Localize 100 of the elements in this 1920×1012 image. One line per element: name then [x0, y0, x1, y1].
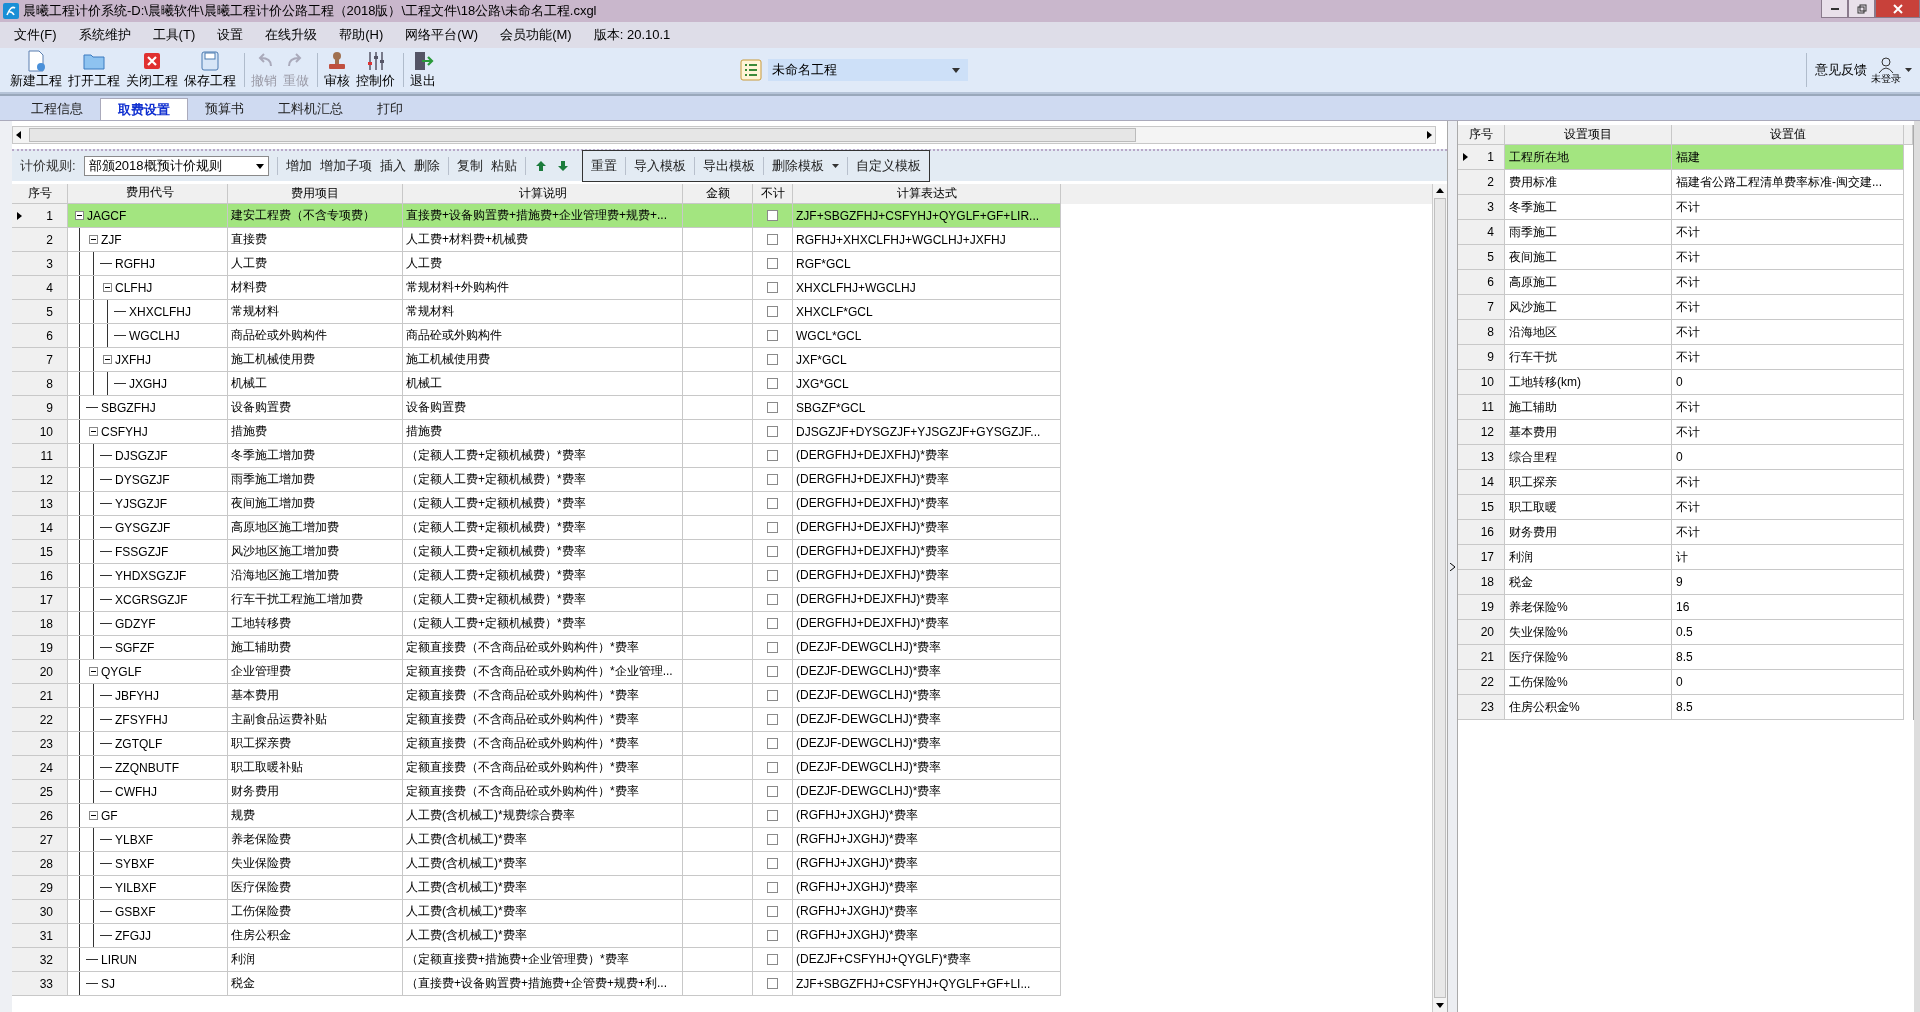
checkbox[interactable]: [767, 642, 778, 653]
user-icon: [1878, 56, 1894, 73]
tab[interactable]: 取费设置: [100, 98, 188, 120]
table-cell: JXG*GCL: [793, 372, 1061, 396]
checkbox[interactable]: [767, 330, 778, 341]
checkbox[interactable]: [767, 594, 778, 605]
checkbox[interactable]: [767, 570, 778, 581]
table-cell: （直接费+设备购置费+措施费+企管费+规费+利...: [403, 972, 683, 996]
collapse-icon[interactable]: [89, 427, 98, 436]
template-button[interactable]: 导出模板: [702, 157, 755, 175]
action-button[interactable]: 删除: [413, 157, 440, 175]
rule-dropdown[interactable]: 部颁2018概预计价规则: [83, 156, 269, 176]
row-number: 25: [12, 780, 68, 804]
collapse-icon[interactable]: [103, 283, 112, 292]
table-cell: 人工费(含机械工)*费率: [403, 852, 683, 876]
checkbox[interactable]: [767, 450, 778, 461]
arrow-down-icon[interactable]: [556, 160, 569, 172]
checkbox[interactable]: [767, 882, 778, 893]
checkbox[interactable]: [767, 618, 778, 629]
checkbox[interactable]: [767, 978, 778, 989]
table-cell: 工地转移(km): [1505, 370, 1672, 395]
feedback-button[interactable]: 意见反馈: [1815, 61, 1867, 79]
scrollbar-thumb[interactable]: [1434, 198, 1447, 998]
template-button[interactable]: 自定义模板: [855, 157, 921, 175]
collapse-icon[interactable]: [75, 211, 84, 220]
toolbar-button[interactable]: 退出: [408, 50, 438, 90]
tab[interactable]: 预算书: [188, 98, 261, 120]
checkbox[interactable]: [767, 666, 778, 677]
checkbox[interactable]: [767, 210, 778, 221]
scroll-down-icon[interactable]: [1435, 1000, 1446, 1010]
template-button[interactable]: 导入模板: [633, 157, 686, 175]
collapse-icon[interactable]: [89, 235, 98, 244]
checkbox[interactable]: [767, 906, 778, 917]
table-cell: 人工费(含机械工)*规费综合费率: [403, 804, 683, 828]
collapse-icon[interactable]: [89, 811, 98, 820]
checkbox[interactable]: [767, 690, 778, 701]
menu-item[interactable]: 帮助(H): [339, 26, 384, 44]
toolbar-button[interactable]: 关闭工程: [124, 50, 180, 90]
action-button[interactable]: 增加子项: [319, 157, 372, 175]
action-button[interactable]: 插入: [379, 157, 406, 175]
checkbox[interactable]: [767, 402, 778, 413]
action-button[interactable]: 粘贴: [490, 157, 517, 175]
checkbox[interactable]: [767, 930, 778, 941]
checkbox[interactable]: [767, 474, 778, 485]
caret-icon[interactable]: [831, 164, 839, 168]
toolbar-button[interactable]: 审核: [322, 50, 352, 90]
toolbar-button[interactable]: 控制价: [354, 50, 397, 90]
checkbox[interactable]: [767, 546, 778, 557]
row-number: 16: [1458, 520, 1505, 545]
checkbox[interactable]: [767, 858, 778, 869]
tab[interactable]: 工料机汇总: [261, 98, 360, 120]
tab[interactable]: 打印: [360, 98, 420, 120]
checkbox[interactable]: [767, 234, 778, 245]
menu-item[interactable]: 工具(T): [152, 26, 196, 44]
toolbar-button[interactable]: 保存工程: [182, 50, 238, 90]
menu-item[interactable]: 系统维护: [78, 26, 131, 44]
menu-item[interactable]: 版本: 20.10.1: [593, 26, 671, 44]
checkbox[interactable]: [767, 786, 778, 797]
project-dropdown[interactable]: 未命名工程: [768, 59, 968, 81]
template-button[interactable]: 删除模板: [771, 157, 824, 175]
scrollbar-thumb[interactable]: [29, 128, 1136, 142]
arrow-up-icon[interactable]: [534, 160, 547, 172]
checkbox[interactable]: [767, 426, 778, 437]
checkbox[interactable]: [767, 714, 778, 725]
menu-item[interactable]: 会员功能(M): [500, 26, 572, 44]
table-cell: 养老保险费: [228, 828, 403, 852]
action-button[interactable]: 增加: [285, 157, 312, 175]
checkbox[interactable]: [767, 954, 778, 965]
restore-button[interactable]: [1848, 0, 1875, 18]
checkbox[interactable]: [767, 282, 778, 293]
tab[interactable]: 工程信息: [14, 98, 100, 120]
menu-item[interactable]: 在线升级: [265, 26, 318, 44]
table-cell: ZJF+SBGZFHJ+CSFYHJ+QYGLF+GF+LI...: [793, 972, 1061, 996]
menu-item[interactable]: 文件(F): [14, 26, 57, 44]
checkbox[interactable]: [767, 834, 778, 845]
template-button[interactable]: 重置: [590, 157, 617, 175]
table-cell: GDZYF: [115, 616, 156, 631]
table-cell: 福建: [1672, 145, 1904, 170]
checkbox[interactable]: [767, 762, 778, 773]
menu-item[interactable]: 网络平台(W): [405, 26, 479, 44]
toolbar-button[interactable]: 新建工程: [8, 50, 64, 90]
collapse-icon[interactable]: [103, 355, 112, 364]
checkbox[interactable]: [767, 378, 778, 389]
user-button[interactable]: 未登录: [1871, 56, 1901, 84]
toolbar-button[interactable]: 打开工程: [66, 50, 122, 90]
collapse-icon[interactable]: [89, 667, 98, 676]
checkbox[interactable]: [767, 354, 778, 365]
checkbox[interactable]: [767, 810, 778, 821]
row-number: 11: [1458, 395, 1505, 420]
minimize-button[interactable]: [1821, 0, 1848, 18]
checkbox[interactable]: [767, 498, 778, 509]
checkbox[interactable]: [767, 522, 778, 533]
checkbox[interactable]: [767, 258, 778, 269]
table-cell: 施工辅助费: [228, 636, 403, 660]
checkbox[interactable]: [767, 306, 778, 317]
checkbox[interactable]: [767, 738, 778, 749]
action-button[interactable]: 复制: [456, 157, 483, 175]
menu-item[interactable]: 设置: [217, 26, 244, 44]
scroll-up-icon[interactable]: [1435, 186, 1446, 196]
close-button[interactable]: [1875, 0, 1920, 18]
